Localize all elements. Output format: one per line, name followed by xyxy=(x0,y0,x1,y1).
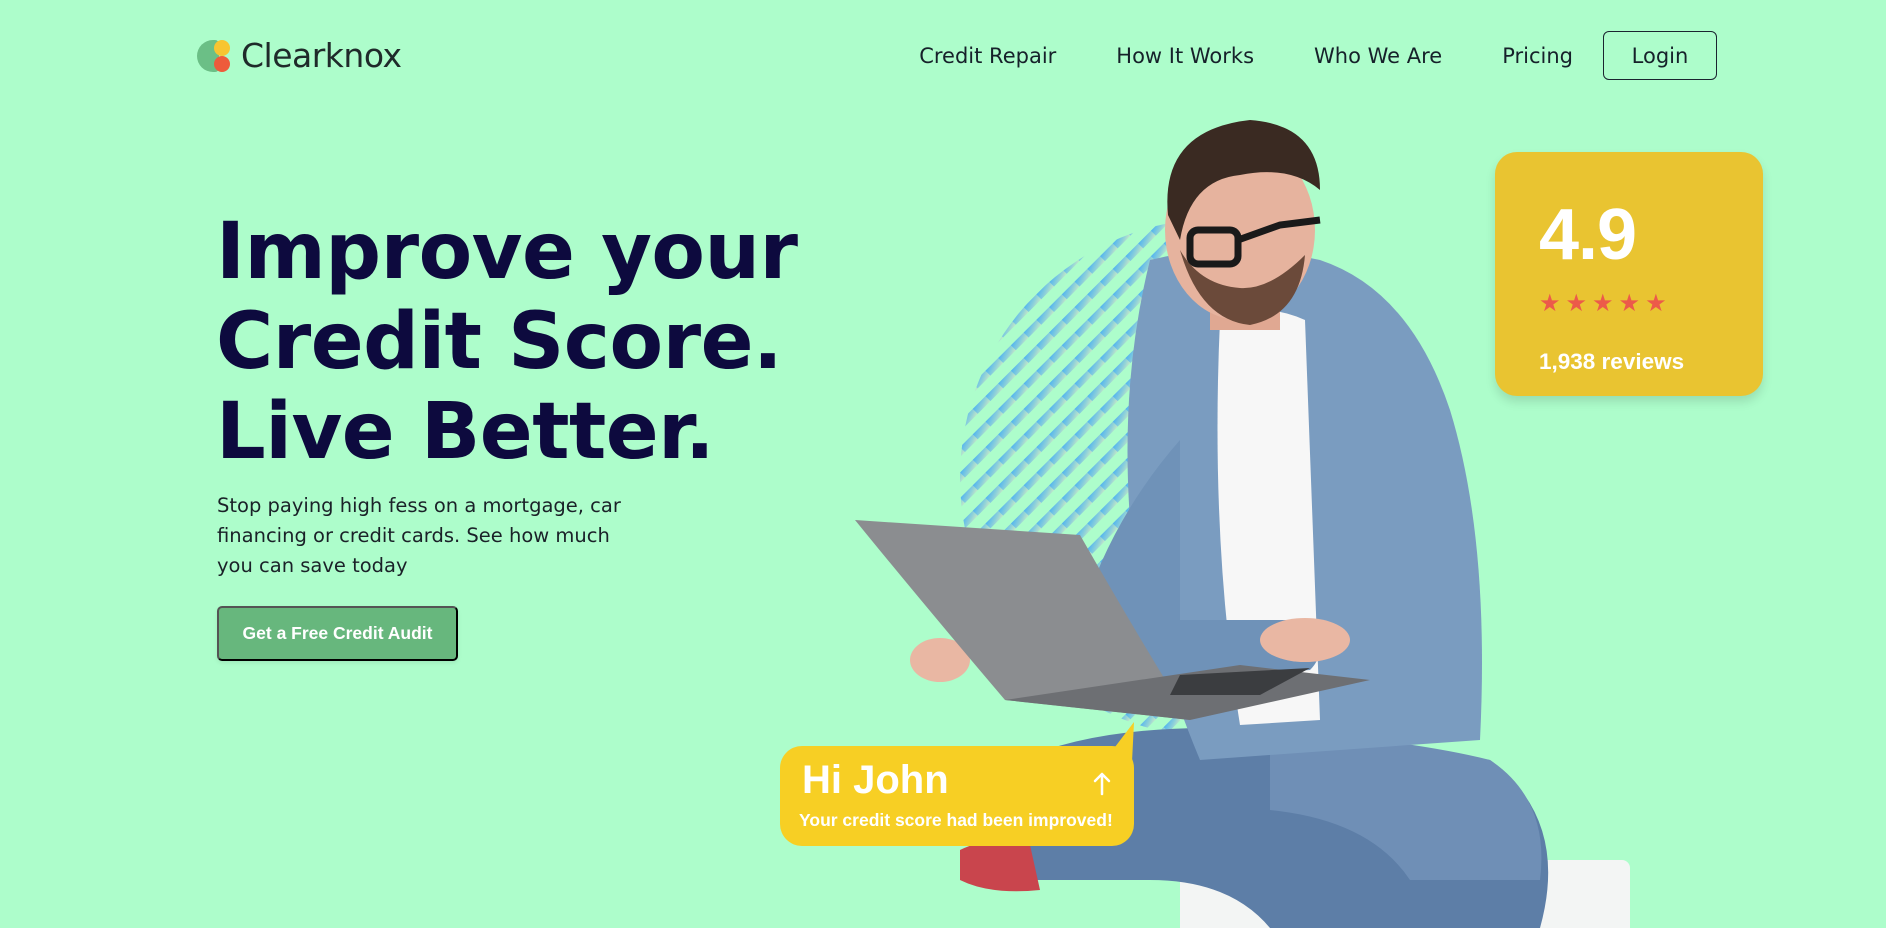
headline-line-3: Live Better. xyxy=(216,387,715,477)
brand-name: Clearknox xyxy=(241,36,402,75)
nav-link-who-we-are[interactable]: Who We Are xyxy=(1314,44,1442,68)
star-icon: ★ xyxy=(1565,290,1588,317)
nav-link-pricing[interactable]: Pricing xyxy=(1502,44,1573,68)
notification-message: Your credit score had been improved! xyxy=(799,810,1113,830)
notification-bubble: Hi John Your credit score had been impro… xyxy=(780,746,1134,846)
login-button[interactable]: Login xyxy=(1603,31,1717,80)
headline-line-2: Credit Score. xyxy=(216,297,783,387)
landing-page: Clearknox Credit Repair How It Works Who… xyxy=(0,0,1886,928)
brand-logo[interactable]: Clearknox xyxy=(197,36,402,75)
nav-link-how-it-works[interactable]: How It Works xyxy=(1116,44,1254,68)
star-icon: ★ xyxy=(1645,290,1667,317)
arrow-up-icon xyxy=(1093,772,1111,796)
headline-line-1: Improve your xyxy=(216,207,798,297)
rating-card: 4.9 ★ ★ ★ ★ ★ 1,938 reviews xyxy=(1495,152,1763,396)
clearknox-logo-icon xyxy=(197,39,231,73)
star-icon: ★ xyxy=(1592,290,1614,317)
rating-stars: ★ ★ ★ ★ ★ xyxy=(1539,292,1667,316)
star-icon: ★ xyxy=(1539,290,1561,317)
free-credit-audit-button[interactable]: Get a Free Credit Audit xyxy=(217,606,458,661)
main-nav: Credit Repair How It Works Who We Are Pr… xyxy=(919,31,1717,80)
nav-link-credit-repair[interactable]: Credit Repair xyxy=(919,44,1056,68)
hero-subcopy: Stop paying high fess on a mortgage, car… xyxy=(217,494,621,577)
review-count: 1,938 reviews xyxy=(1539,349,1685,374)
hero-headline: Improve your Credit Score. Live Better. xyxy=(216,207,836,477)
star-icon: ★ xyxy=(1618,290,1641,317)
rating-value: 4.9 xyxy=(1539,195,1637,275)
notification-title: Hi John xyxy=(802,758,949,802)
